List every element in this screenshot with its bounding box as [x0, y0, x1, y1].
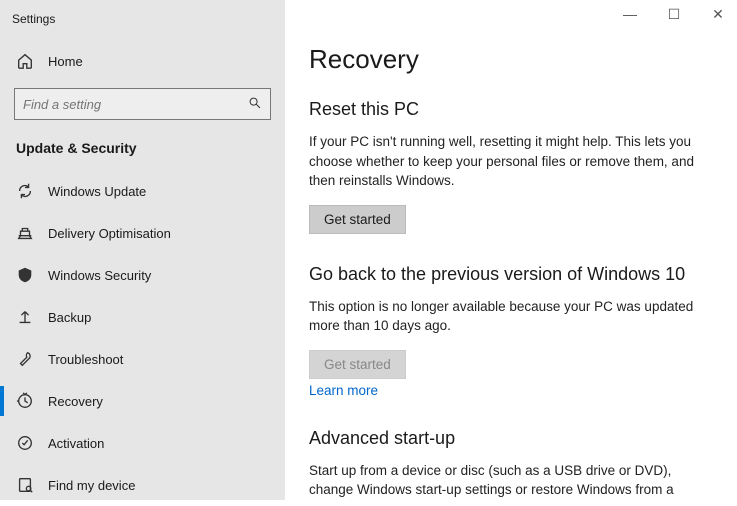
find-device-icon	[16, 476, 34, 494]
home-nav[interactable]: Home	[0, 42, 285, 80]
window-title: Settings	[12, 12, 55, 26]
nav-list: Windows Update Delivery Optimisation Win…	[0, 170, 285, 506]
activation-icon	[16, 434, 34, 452]
sidebar-item-windows-update[interactable]: Windows Update	[0, 170, 285, 212]
sidebar-item-delivery-optimisation[interactable]: Delivery Optimisation	[0, 212, 285, 254]
learn-more-link[interactable]: Learn more	[309, 383, 378, 398]
sidebar: Settings Home Update & Security Windows …	[0, 0, 285, 500]
home-icon	[16, 52, 34, 70]
sidebar-item-label: Windows Update	[48, 184, 146, 199]
titlebar: Settings	[0, 8, 285, 42]
search-box[interactable]	[14, 88, 271, 120]
backup-icon	[16, 308, 34, 326]
minimize-button[interactable]: —	[617, 6, 643, 23]
goback-body: This option is no longer available becau…	[309, 297, 705, 336]
reset-pc-section: Reset this PC If your PC isn't running w…	[309, 99, 705, 234]
sidebar-item-recovery[interactable]: Recovery	[0, 380, 285, 422]
window-controls: — ☐ ✕	[617, 6, 731, 23]
reset-body: If your PC isn't running well, resetting…	[309, 132, 705, 191]
sidebar-item-backup[interactable]: Backup	[0, 296, 285, 338]
sidebar-item-windows-security[interactable]: Windows Security	[0, 254, 285, 296]
sidebar-item-label: Troubleshoot	[48, 352, 123, 367]
sidebar-item-troubleshoot[interactable]: Troubleshoot	[0, 338, 285, 380]
sidebar-item-label: Find my device	[48, 478, 135, 493]
sidebar-item-activation[interactable]: Activation	[0, 422, 285, 464]
goback-title: Go back to the previous version of Windo…	[309, 264, 705, 285]
search-icon	[248, 96, 262, 113]
home-label: Home	[48, 54, 83, 69]
advanced-startup-section: Advanced start-up Start up from a device…	[309, 428, 705, 500]
advanced-title: Advanced start-up	[309, 428, 705, 449]
close-button[interactable]: ✕	[705, 6, 731, 23]
sidebar-item-label: Backup	[48, 310, 91, 325]
delivery-icon	[16, 224, 34, 242]
go-back-section: Go back to the previous version of Windo…	[309, 264, 705, 398]
shield-icon	[16, 266, 34, 284]
sidebar-item-label: Windows Security	[48, 268, 151, 283]
sidebar-item-label: Activation	[48, 436, 104, 451]
refresh-icon	[16, 182, 34, 200]
main-content: — ☐ ✕ Recovery Reset this PC If your PC …	[285, 0, 737, 500]
recovery-icon	[16, 392, 34, 410]
section-heading: Update & Security	[0, 132, 285, 170]
advanced-body: Start up from a device or disc (such as …	[309, 461, 705, 500]
search-input[interactable]	[23, 97, 248, 112]
page-title: Recovery	[309, 44, 705, 75]
goback-get-started-button: Get started	[309, 350, 406, 379]
reset-title: Reset this PC	[309, 99, 705, 120]
search-container	[0, 80, 285, 132]
sidebar-item-label: Delivery Optimisation	[48, 226, 171, 241]
sidebar-item-label: Recovery	[48, 394, 103, 409]
maximize-button[interactable]: ☐	[661, 6, 687, 23]
reset-get-started-button[interactable]: Get started	[309, 205, 406, 234]
troubleshoot-icon	[16, 350, 34, 368]
